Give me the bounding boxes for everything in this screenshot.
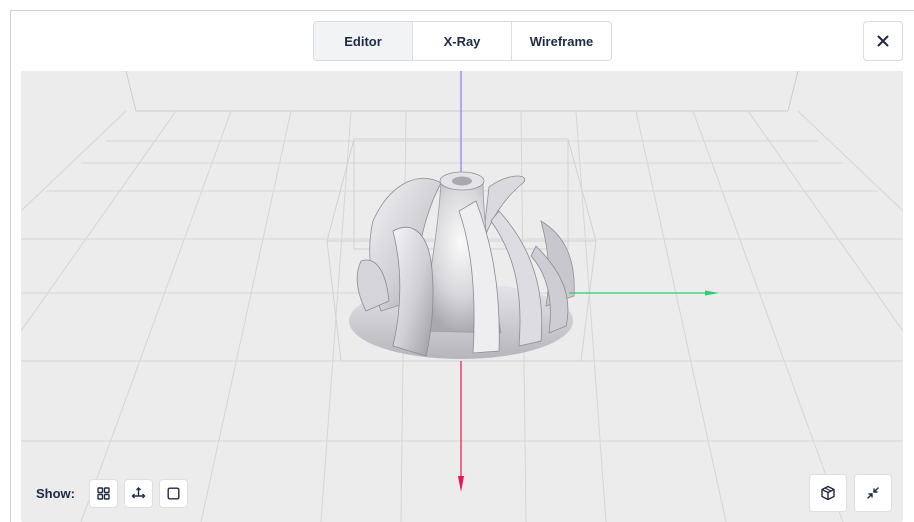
close-button[interactable] xyxy=(863,21,903,61)
z-axis-arrow xyxy=(458,476,464,492)
view-mode-tabs: Editor X-Ray Wireframe xyxy=(313,21,612,61)
collapse-icon xyxy=(867,487,879,499)
impeller-model xyxy=(349,171,575,359)
tab-editor[interactable]: Editor xyxy=(314,22,413,60)
show-toolbar: Show: xyxy=(36,478,188,508)
3d-viewport[interactable] xyxy=(21,71,903,522)
grid-icon xyxy=(97,486,110,500)
x-axis-arrow xyxy=(705,290,719,296)
close-icon xyxy=(877,35,889,47)
view-cube-button[interactable] xyxy=(809,474,847,512)
bounding-box-icon xyxy=(167,487,180,500)
cube-view-icon xyxy=(821,485,835,501)
show-label: Show: xyxy=(36,485,75,501)
toggle-axes-button[interactable] xyxy=(124,478,153,508)
toggle-grid-button[interactable] xyxy=(89,478,118,508)
tab-wireframe[interactable]: Wireframe xyxy=(512,22,611,60)
toggle-bounding-box-button[interactable] xyxy=(159,478,188,508)
collapse-button[interactable] xyxy=(854,474,892,512)
axes-icon xyxy=(131,486,146,498)
tab-x-ray[interactable]: X-Ray xyxy=(413,22,512,60)
